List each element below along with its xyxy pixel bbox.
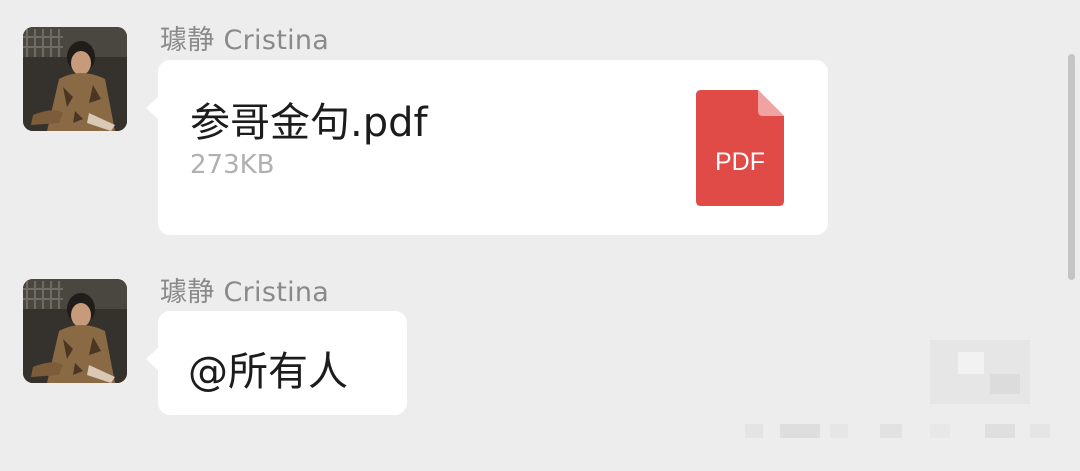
file-size: 273KB — [190, 150, 275, 180]
pdf-file-icon: PDF — [696, 90, 784, 206]
scrollbar[interactable] — [1068, 54, 1075, 280]
file-name: 参哥金句.pdf — [190, 100, 428, 146]
message-text: @所有人 — [188, 349, 348, 395]
avatar[interactable] — [23, 27, 127, 131]
sender-name: 璩静 Cristina — [160, 277, 330, 308]
chat-message-list[interactable]: 璩静 Cristina 参哥金句.pdf 273KB PDF 璩静 Cristi… — [0, 0, 1080, 471]
pdf-icon-label: PDF — [715, 148, 765, 176]
text-message-bubble[interactable]: @所有人 — [146, 311, 407, 415]
sender-name: 璩静 Cristina — [160, 25, 330, 56]
file-message-bubble[interactable]: 参哥金句.pdf 273KB PDF — [146, 60, 828, 235]
avatar[interactable] — [23, 279, 127, 383]
